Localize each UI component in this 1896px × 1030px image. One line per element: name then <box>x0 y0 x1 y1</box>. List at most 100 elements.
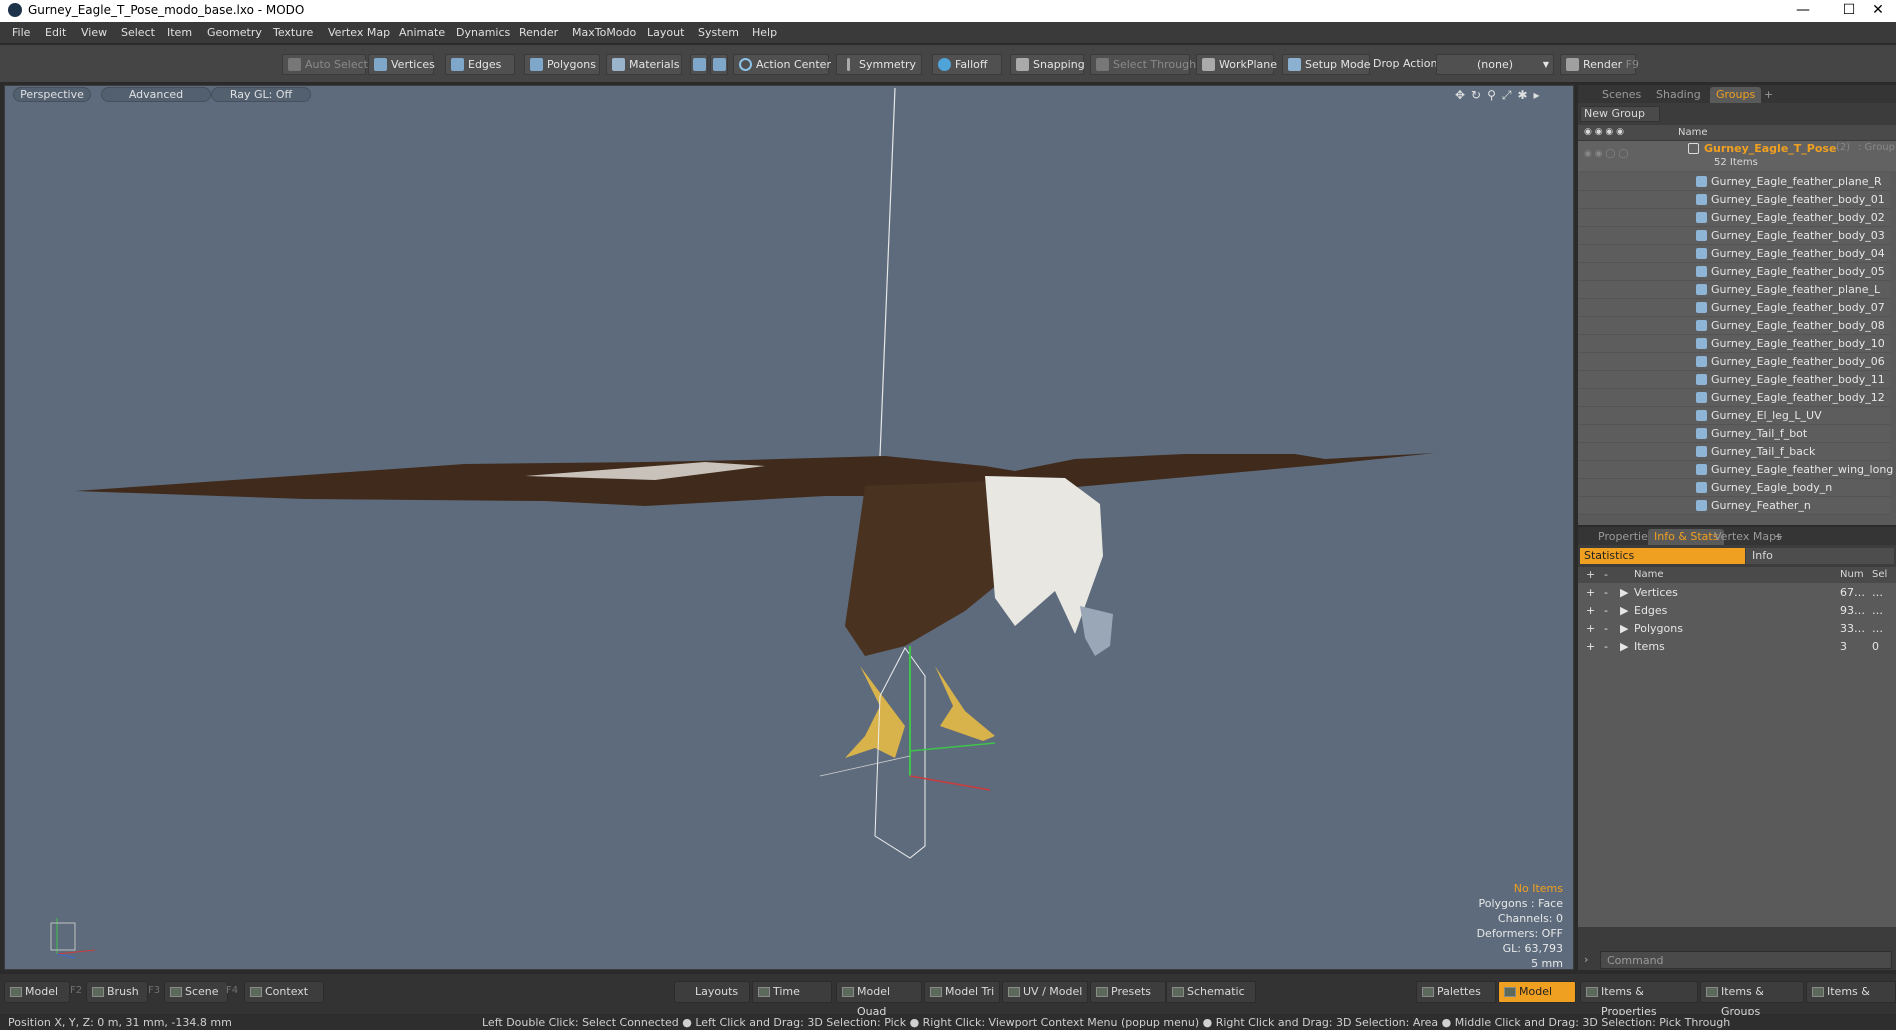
command-input[interactable]: Command <box>1600 951 1892 969</box>
model-layout-button[interactable]: Model <box>1498 981 1576 1003</box>
tree-arrow-icon[interactable]: ▶ <box>1620 604 1628 617</box>
menu-view[interactable]: View <box>81 26 107 39</box>
stats-row[interactable]: + - ▶ Polygons 33…… <box>1578 620 1890 638</box>
group-list-item[interactable]: Gurney_Eagle_feather_body_08 <box>1578 317 1890 335</box>
group-list-item[interactable]: Gurney_Tail_f_bot <box>1578 425 1890 443</box>
group-root-row[interactable]: ◉ ◉ ◯ ◯ Gurney_Eagle_T_Pose (2) : Group … <box>1578 141 1896 171</box>
menu-vertex-map[interactable]: Vertex Map <box>328 26 390 39</box>
selection-mode-a-button[interactable] <box>690 54 708 75</box>
group-list-item[interactable]: Gurney_Eagle_feather_body_06 <box>1578 353 1890 371</box>
info-subtab[interactable]: Info <box>1746 548 1894 564</box>
scene-tab-button[interactable]: Scene <box>164 981 228 1003</box>
auto-select-button[interactable]: Auto Select <box>282 54 368 75</box>
tree-arrow-icon[interactable]: ▶ <box>1620 640 1628 653</box>
action-center-button[interactable]: Action Center <box>733 54 831 75</box>
render-button[interactable]: Render F9 <box>1560 54 1639 75</box>
expand-icon[interactable]: + <box>1586 586 1595 599</box>
stats-row-sel: … <box>1872 604 1883 617</box>
statistics-subtab[interactable]: Statistics <box>1580 548 1745 564</box>
collapse-icon[interactable]: - <box>1604 640 1608 653</box>
group-list-item[interactable]: Gurney_Eagle_feather_body_10 <box>1578 335 1890 353</box>
uv-model-button[interactable]: UV / Model <box>1002 981 1088 1003</box>
menu-file[interactable]: File <box>12 26 30 39</box>
collapse-icon[interactable]: - <box>1604 586 1608 599</box>
model-quad-button[interactable]: Model Quad <box>836 981 922 1018</box>
items-groups-button[interactable]: Items & Groups <box>1700 981 1804 1018</box>
menu-geometry[interactable]: Geometry <box>207 26 262 39</box>
palettes-button[interactable]: Palettes <box>1416 981 1496 1003</box>
3d-viewport[interactable]: Perspective Advanced Ray GL: Off ✥↻⚲⤢✱▸ … <box>4 85 1574 970</box>
menu-help[interactable]: Help <box>752 26 777 39</box>
group-list-item[interactable]: Gurney_Eagle_feather_body_11 <box>1578 371 1890 389</box>
falloff-button[interactable]: Falloff <box>932 54 1002 75</box>
snapping-button[interactable]: Snapping <box>1010 54 1085 75</box>
items-properties-button[interactable]: Items & Properties <box>1580 981 1698 1018</box>
menu-render[interactable]: Render <box>519 26 558 39</box>
menu-maxtomodo[interactable]: MaxToModo <box>572 26 636 39</box>
group-list-item[interactable]: Gurney_El_leg_L_UV <box>1578 407 1890 425</box>
selection-mode-b-button[interactable] <box>710 54 728 75</box>
menu-animate[interactable]: Animate <box>399 26 445 39</box>
tab-groups[interactable]: Groups <box>1710 87 1762 103</box>
menu-item[interactable]: Item <box>167 26 192 39</box>
group-list-item[interactable]: Gurney_Eagle_body_n <box>1578 479 1890 497</box>
group-list-item[interactable]: Gurney_Eagle_feather_body_01 <box>1578 191 1890 209</box>
time-button[interactable]: Time <box>752 981 832 1003</box>
select-through-button[interactable]: Select Through <box>1090 54 1196 75</box>
context-tab-button[interactable]: Context <box>244 981 324 1003</box>
brush-tab-button[interactable]: Brush <box>86 981 148 1003</box>
stats-row[interactable]: + - ▶ Items 3 0 <box>1578 638 1890 656</box>
menu-dynamics[interactable]: Dynamics <box>456 26 510 39</box>
items-shading-button[interactable]: Items & Shadi <box>1806 981 1896 1003</box>
add-tab-icon[interactable]: + <box>1768 529 1789 545</box>
menu-texture[interactable]: Texture <box>273 26 313 39</box>
group-list-item[interactable]: Gurney_Eagle_feather_body_07 <box>1578 299 1890 317</box>
expand-icon[interactable]: + <box>1586 640 1595 653</box>
vertices-button[interactable]: Vertices <box>368 54 435 75</box>
schematic-button[interactable]: Schematic <box>1166 981 1256 1003</box>
group-list-item[interactable]: Gurney_Eagle_feather_body_03 <box>1578 227 1890 245</box>
setup-mode-button[interactable]: Setup Mode <box>1282 54 1370 75</box>
menu-system[interactable]: System <box>698 26 739 39</box>
expand-icon[interactable]: + <box>1586 622 1595 635</box>
edges-button[interactable]: Edges <box>445 54 515 75</box>
menu-select[interactable]: Select <box>121 26 155 39</box>
add-tab-icon[interactable]: + <box>1758 87 1779 103</box>
group-list-item[interactable]: Gurney_Eagle_feather_wing_long <box>1578 461 1893 479</box>
model-tri-button[interactable]: Model Tri <box>924 981 1000 1003</box>
menu-edit[interactable]: Edit <box>45 26 66 39</box>
model-tab-button[interactable]: Model <box>4 981 70 1003</box>
new-group-button[interactable]: New Group <box>1580 106 1660 122</box>
group-list-item[interactable]: Gurney_Eagle_feather_body_12 <box>1578 389 1890 407</box>
collapse-all-icon[interactable]: - <box>1604 568 1608 581</box>
tree-arrow-icon[interactable]: ▶ <box>1620 586 1628 599</box>
group-list-item[interactable]: Gurney_Eagle_feather_plane_R <box>1578 173 1890 191</box>
stats-row[interactable]: + - ▶ Edges 93…… <box>1578 602 1890 620</box>
stats-row-num: 67… <box>1840 586 1865 599</box>
group-list-item[interactable]: Gurney_Tail_f_back <box>1578 443 1890 461</box>
tab-shading[interactable]: Shading <box>1650 87 1707 103</box>
presets-button[interactable]: Presets <box>1090 981 1166 1003</box>
group-list-item[interactable]: Gurney_Eagle_feather_body_04 <box>1578 245 1890 263</box>
drop-action-select[interactable]: (none) ▼ <box>1436 54 1554 75</box>
menu-layout[interactable]: Layout <box>647 26 684 39</box>
tab-scenes[interactable]: Scenes <box>1596 87 1647 103</box>
polygons-button[interactable]: Polygons <box>524 54 600 75</box>
materials-button[interactable]: Materials <box>606 54 682 75</box>
group-list-item[interactable]: Gurney_Feather_n <box>1578 497 1890 515</box>
group-list-item[interactable]: Gurney_Eagle_feather_body_02 <box>1578 209 1890 227</box>
collapse-icon[interactable]: - <box>1604 622 1608 635</box>
collapse-icon[interactable]: - <box>1604 604 1608 617</box>
group-list-item[interactable]: Gurney_Eagle_feather_body_05 <box>1578 263 1890 281</box>
expand-icon[interactable]: + <box>1586 604 1595 617</box>
minimize-button[interactable]: — <box>1780 0 1826 22</box>
group-list-item[interactable]: Gurney_Eagle_feather_plane_L <box>1578 281 1890 299</box>
close-button[interactable]: ✕ <box>1860 0 1896 22</box>
expand-all-icon[interactable]: + <box>1586 568 1595 581</box>
tree-arrow-icon[interactable]: ▶ <box>1620 622 1628 635</box>
symmetry-button[interactable]: Symmetry <box>836 54 922 75</box>
layouts-button[interactable]: Layouts <box>674 981 750 1003</box>
workplane-button[interactable]: WorkPlane <box>1196 54 1277 75</box>
root-visibility-icons[interactable]: ◉ ◉ ◯ ◯ <box>1584 149 1628 159</box>
stats-row[interactable]: + - ▶ Vertices 67…… <box>1578 584 1890 602</box>
